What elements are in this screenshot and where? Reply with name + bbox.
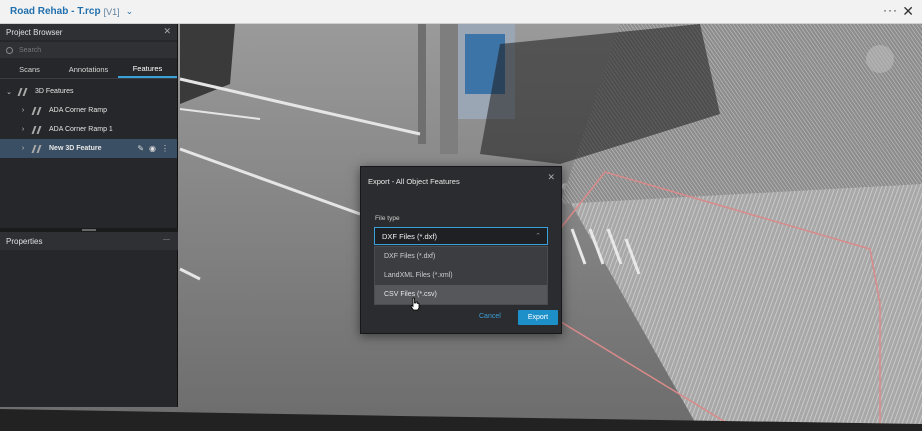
tab-annotations[interactable]: Annotations — [59, 61, 118, 78]
title-bar: Road Rehab - T.rcp [V1] ⌄ ··· ✕ — [0, 0, 922, 24]
chevron-up-icon: ⌃ — [535, 233, 541, 240]
kebab-menu-icon[interactable]: ⋮ — [161, 144, 169, 153]
feature-icon — [17, 87, 29, 97]
tree-item-ada-corner-ramp-1[interactable]: › ADA Corner Ramp 1 — [0, 120, 177, 139]
dialog-title: Export - All Object Features — [368, 177, 460, 186]
browser-tabs: Scans Annotations Features — [0, 61, 177, 79]
tree-item-new-3d-feature[interactable]: › New 3D Feature ✎ ◉ ⋮ — [0, 139, 177, 158]
tab-features[interactable]: Features — [118, 61, 177, 78]
export-button[interactable]: Export — [518, 310, 558, 325]
edit-icon[interactable]: ✎ — [137, 144, 144, 153]
close-icon[interactable]: ✕ — [163, 26, 171, 37]
cancel-button[interactable]: Cancel — [479, 313, 501, 320]
feature-icon — [31, 144, 43, 154]
project-browser-header: Project Browser ✕ — [0, 24, 177, 40]
file-type-select[interactable]: DXF Files (*.dxf) ⌃ — [374, 227, 548, 245]
tree-item-label: ADA Corner Ramp 1 — [49, 126, 113, 133]
properties-header: Properties — — [0, 232, 178, 250]
chevron-down-icon[interactable]: ⌄ — [126, 6, 134, 17]
row-actions: ✎ ◉ ⋮ — [137, 144, 169, 153]
search-placeholder: Search — [19, 46, 42, 54]
search-icon — [6, 46, 13, 54]
hand-cursor-icon — [410, 297, 420, 311]
file-type-selected-value: DXF Files (*.dxf) — [382, 231, 438, 241]
option-dxf[interactable]: DXF Files (*.dxf) — [375, 247, 547, 266]
project-version: [V1] — [103, 6, 120, 17]
option-csv[interactable]: CSV Files (*.csv) — [375, 285, 547, 304]
close-icon[interactable]: ✕ — [902, 3, 914, 20]
panel-title: Project Browser — [6, 27, 63, 37]
export-dialog: Export - All Object Features ✕ File type… — [360, 166, 562, 334]
properties-title: Properties — [6, 236, 43, 246]
chevron-right-icon[interactable]: › — [18, 107, 28, 114]
tab-scans[interactable]: Scans — [0, 61, 59, 78]
collapse-icon[interactable]: — — [163, 236, 170, 243]
search-input[interactable]: Search — [0, 42, 177, 58]
tree-root-label: 3D Features — [35, 88, 74, 95]
chevron-down-icon[interactable]: ⌄ — [4, 88, 14, 96]
file-type-label: File type — [375, 215, 400, 222]
project-browser-panel: Project Browser ✕ Search Scans Annotatio… — [0, 24, 178, 407]
file-type-dropdown: DXF Files (*.dxf) LandXML Files (*.xml) … — [374, 246, 548, 305]
tree-item-ada-corner-ramp[interactable]: › ADA Corner Ramp — [0, 101, 177, 120]
feature-icon — [31, 125, 43, 135]
option-landxml[interactable]: LandXML Files (*.xml) — [375, 266, 547, 285]
tree-root-3d-features[interactable]: ⌄ 3D Features — [0, 82, 177, 101]
project-title[interactable]: Road Rehab - T.rcp — [10, 6, 101, 17]
chevron-right-icon[interactable]: › — [18, 145, 28, 152]
tree-item-label: ADA Corner Ramp — [49, 107, 107, 114]
feature-icon — [31, 106, 43, 116]
ellipsis-icon[interactable]: ··· — [883, 3, 898, 17]
chevron-right-icon[interactable]: › — [18, 126, 28, 133]
tree-item-label: New 3D Feature — [49, 145, 102, 152]
eye-icon[interactable]: ◉ — [149, 144, 156, 153]
close-icon[interactable]: ✕ — [547, 172, 555, 183]
